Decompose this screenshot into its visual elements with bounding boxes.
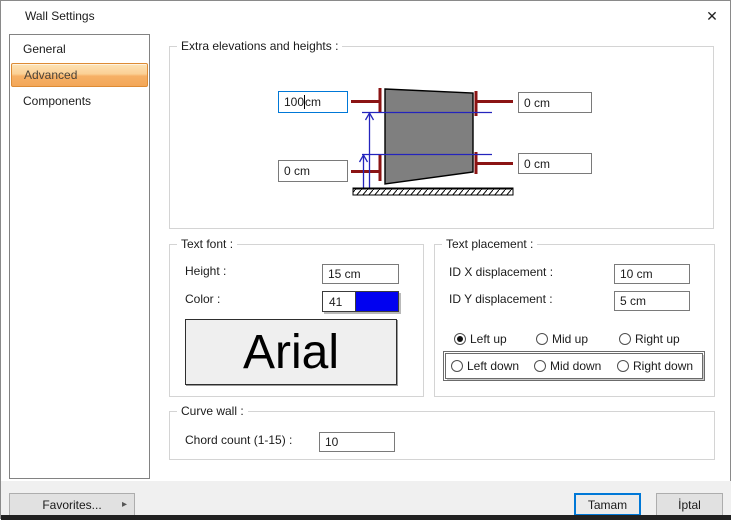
idx-field[interactable]: 10 cm [614,264,690,284]
idy-field[interactable]: 5 cm [614,291,690,311]
background-strip [1,515,731,520]
radio-label: Left up [470,332,507,346]
radio-right-up[interactable]: Right up [619,332,680,346]
radio-icon [617,360,629,372]
group-text-placement: Text placement : ID X displacement : 10 … [434,244,715,397]
idy-label: ID Y displacement : [449,292,553,306]
window-title: Wall Settings [25,9,95,23]
down-radios-frame: Left down Mid down Right down [445,353,703,379]
height-field[interactable]: 15 cm [322,264,399,284]
sidebar-item-label: General [23,42,66,56]
radio-icon [536,333,548,345]
ok-button[interactable]: Tamam [574,493,641,516]
color-swatch [356,292,398,311]
input-value: 100 [284,95,304,109]
group-title: Text placement : [442,237,537,251]
elevation-input-bottom-left[interactable]: 0 cm [278,160,348,182]
sidebar-list: General Advanced Components [9,34,150,479]
radio-left-down[interactable]: Left down [451,359,519,373]
close-icon[interactable]: ✕ [700,5,724,27]
color-number: 41 [323,292,356,311]
radio-icon [454,333,466,345]
group-title: Curve wall : [177,404,248,418]
group-curve-wall: Curve wall : Chord count (1-15) : 10 [169,411,715,460]
radio-label: Right down [633,359,693,373]
elevation-input-bottom-right[interactable]: 0 cm [518,153,592,174]
radio-label: Mid down [550,359,601,373]
radio-label: Left down [467,359,519,373]
sidebar-item-advanced[interactable]: Advanced [11,63,148,87]
favorites-label: Favorites... [42,498,101,512]
radio-icon [451,360,463,372]
chord-count-label: Chord count (1-15) : [185,433,292,447]
input-unit: cm [305,95,321,109]
radio-label: Mid up [552,332,588,346]
wall-settings-dialog: Wall Settings ✕ General Advanced Compone… [0,0,731,519]
group-text-font: Text font : Height : 15 cm Color : 41 Ar… [169,244,424,397]
radio-left-up[interactable]: Left up [454,332,507,346]
color-field[interactable]: 41 [322,291,399,312]
radio-icon [619,333,631,345]
wall-diagram [169,46,714,229]
favorites-button[interactable]: Favorites... ▸ [9,493,135,516]
radio-mid-down[interactable]: Mid down [534,359,601,373]
color-label: Color : [185,292,220,306]
sidebar-item-components[interactable]: Components [11,88,148,114]
radio-label: Right up [635,332,680,346]
wall-shape [385,89,473,184]
idx-label: ID X displacement : [449,265,553,279]
chord-count-field[interactable]: 10 [319,432,395,452]
radio-right-down[interactable]: Right down [617,359,693,373]
font-preview-button[interactable]: Arial [185,319,397,385]
radio-icon [534,360,546,372]
elevation-input-top-right[interactable]: 0 cm [518,92,592,113]
cancel-button[interactable]: İptal [656,493,723,516]
sidebar-item-label: Advanced [24,68,77,82]
chevron-right-icon: ▸ [122,499,127,510]
radio-mid-up[interactable]: Mid up [536,332,588,346]
sidebar-item-general[interactable]: General [11,36,148,62]
group-title: Text font : [177,237,237,251]
elevation-input-top-left[interactable]: 100cm [278,91,348,113]
sidebar-item-label: Components [23,94,91,108]
height-label: Height : [185,264,226,278]
